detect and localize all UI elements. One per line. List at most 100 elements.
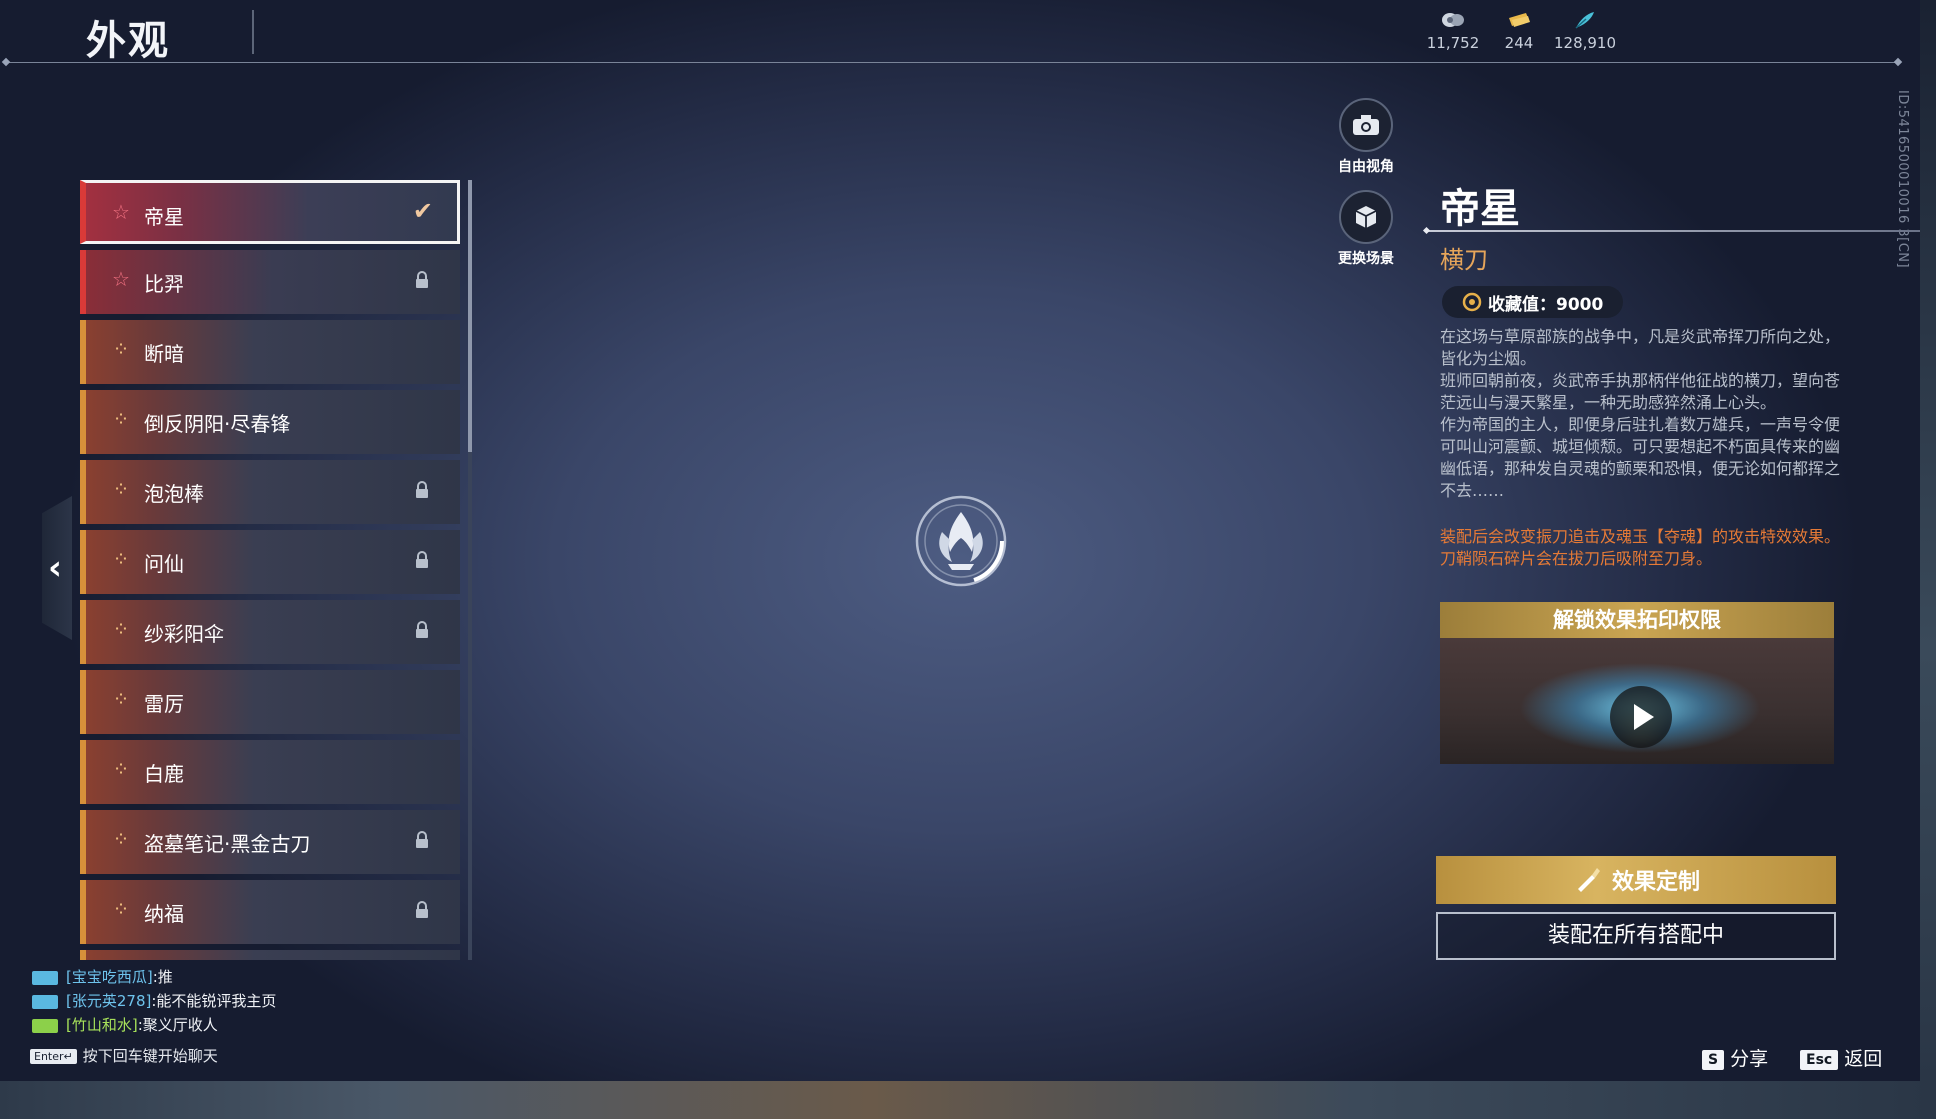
lock-icon	[416, 481, 428, 498]
coin-icon	[1442, 13, 1464, 27]
lock-icon	[416, 901, 428, 918]
equip-all-button[interactable]: 装配在所有搭配中	[1436, 912, 1836, 960]
list-item[interactable]: ⁘ 泡泡棒	[80, 460, 460, 524]
chat-hint-text: 按下回车键开始聊天	[82, 1047, 218, 1065]
enter-key-icon: Enter↵	[30, 1049, 77, 1064]
list-item[interactable]: ⁘ 雷厉	[80, 670, 460, 734]
weapon-icon: ⁘	[112, 827, 130, 851]
list-item[interactable]: ⁘ 纱彩阳伞	[80, 600, 460, 664]
change-scene-label: 更换场景	[1338, 251, 1394, 267]
preview-video-thumbnail[interactable]	[1440, 638, 1834, 764]
share-label: 分享	[1730, 1048, 1769, 1070]
list-item[interactable]: ⁘ 倒反阴阳·尽春锋	[80, 390, 460, 454]
collection-value-badge: 收藏值：9000	[1442, 286, 1624, 318]
chat-text: :聚义厅收人	[137, 1016, 218, 1034]
item-type: 横刀	[1440, 246, 1488, 274]
collection-value: 收藏值：9000	[1488, 294, 1604, 315]
feather-icon	[1575, 12, 1594, 29]
weapon-icon: ⁘	[112, 757, 130, 781]
list-item[interactable]: ⁘ 盗墓笔记·黑金古刀	[80, 810, 460, 874]
camera-icon-wrap	[1339, 98, 1393, 152]
ticket-count: 244	[1504, 34, 1534, 52]
chat-text: :推	[152, 968, 173, 986]
chat-panel[interactable]: [宝宝吃西瓜]:推 [张元英278]:能不能锐评我主页 [竹山和水]:聚义厅收人	[32, 966, 276, 1038]
chat-sender[interactable]: [宝宝吃西瓜]	[66, 968, 153, 986]
chevron-left-icon: ‹	[48, 548, 63, 588]
star-icon: ☆	[112, 267, 130, 291]
weapon-icon: ⁘	[112, 337, 130, 361]
play-icon[interactable]	[1610, 686, 1672, 748]
item-label: 问仙	[144, 552, 184, 576]
lock-icon	[416, 271, 428, 288]
list-item[interactable]: ⁘ 白鹿	[80, 740, 460, 804]
description-paragraph: 班师回朝前夜，炎武帝手执那柄伴他征战的横刀，望向苍茫远山与漫天繁星，一种无助感猝…	[1440, 371, 1841, 412]
item-label: 雷厉	[144, 692, 184, 716]
collapse-list-button[interactable]: ‹	[42, 496, 72, 640]
weapon-icon: ⁘	[112, 687, 130, 711]
channel-badge-icon	[32, 994, 58, 1009]
appearance-list[interactable]: ☆ 帝星 ✔ ☆ 比羿 ⁘ 断暗 ⁘ 倒反阴阳·尽春锋 ⁘ 泡泡棒 ⁘ 问仙 ⁘…	[80, 180, 460, 960]
lock-icon	[416, 831, 428, 848]
item-name: 帝星	[1440, 186, 1520, 232]
chat-sender[interactable]: [张元英278]	[66, 992, 151, 1010]
effect-notes: 装配后会改变振刀追击及魂玉【夺魂】的攻击特效效果。 刀鞘陨石碎片会在拔刀后吸附至…	[1440, 526, 1842, 570]
title-underline	[1426, 230, 1920, 232]
effect-note: 装配后会改变振刀追击及魂玉【夺魂】的攻击特效效果。	[1440, 527, 1841, 546]
back-label: 返回	[1844, 1048, 1883, 1070]
loading-emblem-icon	[915, 495, 1007, 587]
effect-note: 刀鞘陨石碎片会在拔刀后吸附至刀身。	[1440, 549, 1713, 568]
scene-icon-wrap	[1339, 190, 1393, 244]
effect-preview[interactable]: 解锁效果拓印权限	[1440, 602, 1834, 764]
item-label: 倒反阴阳·尽春锋	[144, 412, 291, 436]
feather-count: 128,910	[1553, 34, 1617, 52]
guild-badge-icon	[32, 1018, 58, 1033]
list-item[interactable]: ⁘ 纳福	[80, 880, 460, 944]
item-label: 比羿	[144, 272, 184, 296]
list-item[interactable]	[80, 950, 460, 960]
background-edge	[1920, 0, 1936, 1081]
page-title: 外观	[86, 18, 170, 64]
preview-header: 解锁效果拓印权限	[1440, 602, 1834, 638]
item-label: 断暗	[144, 342, 184, 366]
chat-text: :能不能锐评我主页	[151, 992, 277, 1010]
top-bar: 外观 11,752 244 128,910	[0, 0, 1920, 64]
weapon-icon: ⁘	[112, 897, 130, 921]
item-label: 白鹿	[144, 762, 184, 786]
chat-sender[interactable]: [竹山和水]	[66, 1016, 138, 1034]
item-label: 纳福	[144, 902, 184, 926]
description-paragraph: 在这场与草原部族的战争中，凡是炎武帝挥刀所向之处，皆化为尘烟。	[1440, 327, 1841, 368]
player-id: ID:5416500010016 3[CN]	[1895, 90, 1910, 269]
list-item[interactable]: ☆ 比羿	[80, 250, 460, 314]
weapon-icon: ⁘	[112, 407, 130, 431]
list-item[interactable]: ☆ 帝星 ✔	[80, 180, 460, 244]
item-label: 泡泡棒	[144, 482, 204, 506]
camera-icon	[1353, 115, 1379, 135]
free-view-button[interactable]: 自由视角	[1334, 98, 1398, 176]
list-scrollbar[interactable]	[468, 180, 472, 960]
scrollbar-thumb[interactable]	[468, 180, 472, 452]
back-button[interactable]: Esc 返回	[1800, 1044, 1882, 1071]
weapon-icon: ⁘	[112, 477, 130, 501]
chat-enter-hint[interactable]: Enter↵ 按下回车键开始聊天	[30, 1045, 218, 1066]
check-icon: ✔	[412, 197, 433, 225]
collection-icon	[1462, 292, 1482, 312]
weapon-icon: ⁘	[112, 617, 130, 641]
gold-ticket-icon	[1509, 13, 1530, 27]
currency-ticket: 244	[1484, 10, 1554, 52]
effect-customize-button[interactable]: 效果定制	[1436, 856, 1836, 904]
chat-message: [张元英278]:能不能锐评我主页	[32, 990, 276, 1014]
share-button[interactable]: S 分享	[1702, 1044, 1768, 1071]
currency-coin: 11,752	[1418, 10, 1488, 52]
item-label: 纱彩阳伞	[144, 622, 224, 646]
chat-message: [竹山和水]:聚义厅收人	[32, 1014, 276, 1038]
top-divider-line	[6, 62, 1898, 63]
list-item[interactable]: ⁘ 断暗	[80, 320, 460, 384]
change-scene-button[interactable]: 更换场景	[1334, 190, 1398, 268]
title-divider	[252, 10, 254, 54]
lock-icon	[416, 551, 428, 568]
background-strip	[0, 1081, 1936, 1119]
list-item[interactable]: ⁘ 问仙	[80, 530, 460, 594]
item-label: 盗墓笔记·黑金古刀	[144, 832, 311, 856]
esc-key: Esc	[1800, 1049, 1839, 1070]
star-icon: ☆	[112, 200, 130, 224]
